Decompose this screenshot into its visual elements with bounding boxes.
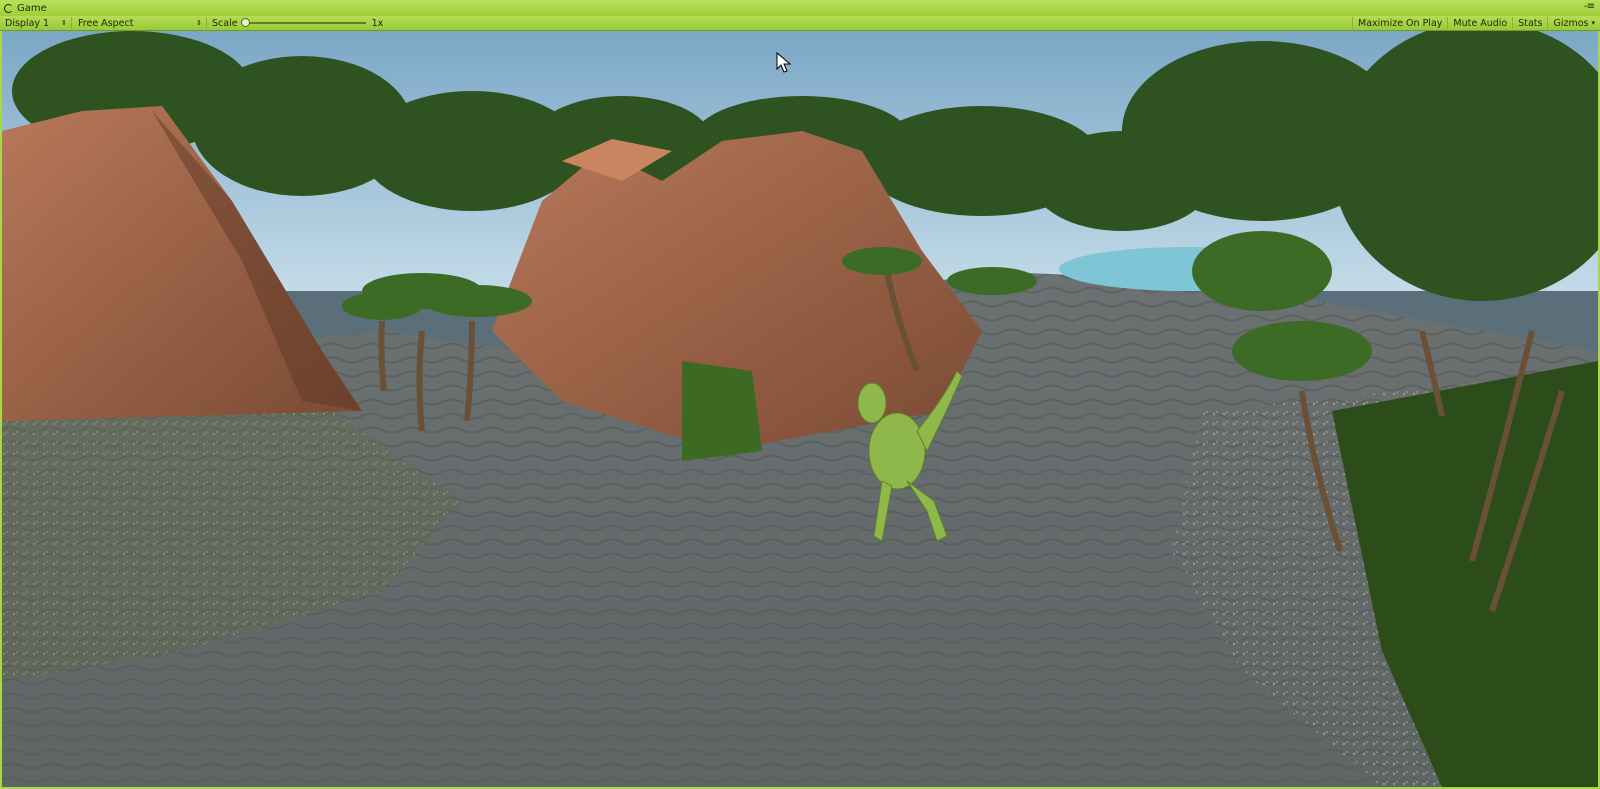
scale-slider-thumb[interactable] — [240, 18, 250, 27]
stats-button[interactable]: Stats — [1512, 17, 1547, 29]
maximize-on-play-button[interactable]: Maximize On Play — [1352, 17, 1447, 29]
gizmos-label: Gizmos — [1553, 17, 1589, 29]
dropdown-arrow-icon: ⇕ — [196, 19, 202, 27]
scene-render — [2, 31, 1598, 787]
game-toolbar: Display 1 ⇕ Free Aspect ⇕ Scale 1x Maxim… — [0, 16, 1600, 31]
display-dropdown-label: Display 1 — [5, 17, 50, 29]
game-tab-label: Game — [17, 3, 47, 14]
center-bush — [682, 361, 762, 461]
mute-audio-button[interactable]: Mute Audio — [1447, 17, 1512, 29]
aspect-dropdown[interactable]: Free Aspect ⇕ — [75, 17, 207, 29]
panel-menu-icon[interactable]: -≡ — [1584, 1, 1595, 12]
aspect-dropdown-label: Free Aspect — [78, 17, 134, 29]
scale-slider[interactable] — [240, 18, 366, 27]
stats-label: Stats — [1518, 17, 1543, 29]
display-dropdown[interactable]: Display 1 ⇕ — [2, 17, 72, 29]
dropdown-arrow-icon: ▾ — [1591, 19, 1595, 27]
game-tab[interactable]: Game — [4, 1, 47, 16]
maximize-on-play-label: Maximize On Play — [1358, 17, 1443, 29]
toolbar-toggles: Maximize On Play Mute Audio Stats Gizmos… — [1352, 17, 1600, 29]
scale-control: Scale 1x — [212, 17, 383, 29]
scale-label: Scale — [212, 17, 238, 29]
unity-logo-icon — [4, 4, 13, 13]
game-viewport[interactable] — [2, 31, 1598, 787]
dropdown-arrow-icon: ⇕ — [61, 19, 67, 27]
scale-value: 1x — [371, 17, 384, 29]
gizmos-dropdown[interactable]: Gizmos ▾ — [1547, 17, 1600, 29]
mute-audio-label: Mute Audio — [1453, 17, 1508, 29]
editor-tab-bar: Game -≡ — [0, 0, 1600, 17]
